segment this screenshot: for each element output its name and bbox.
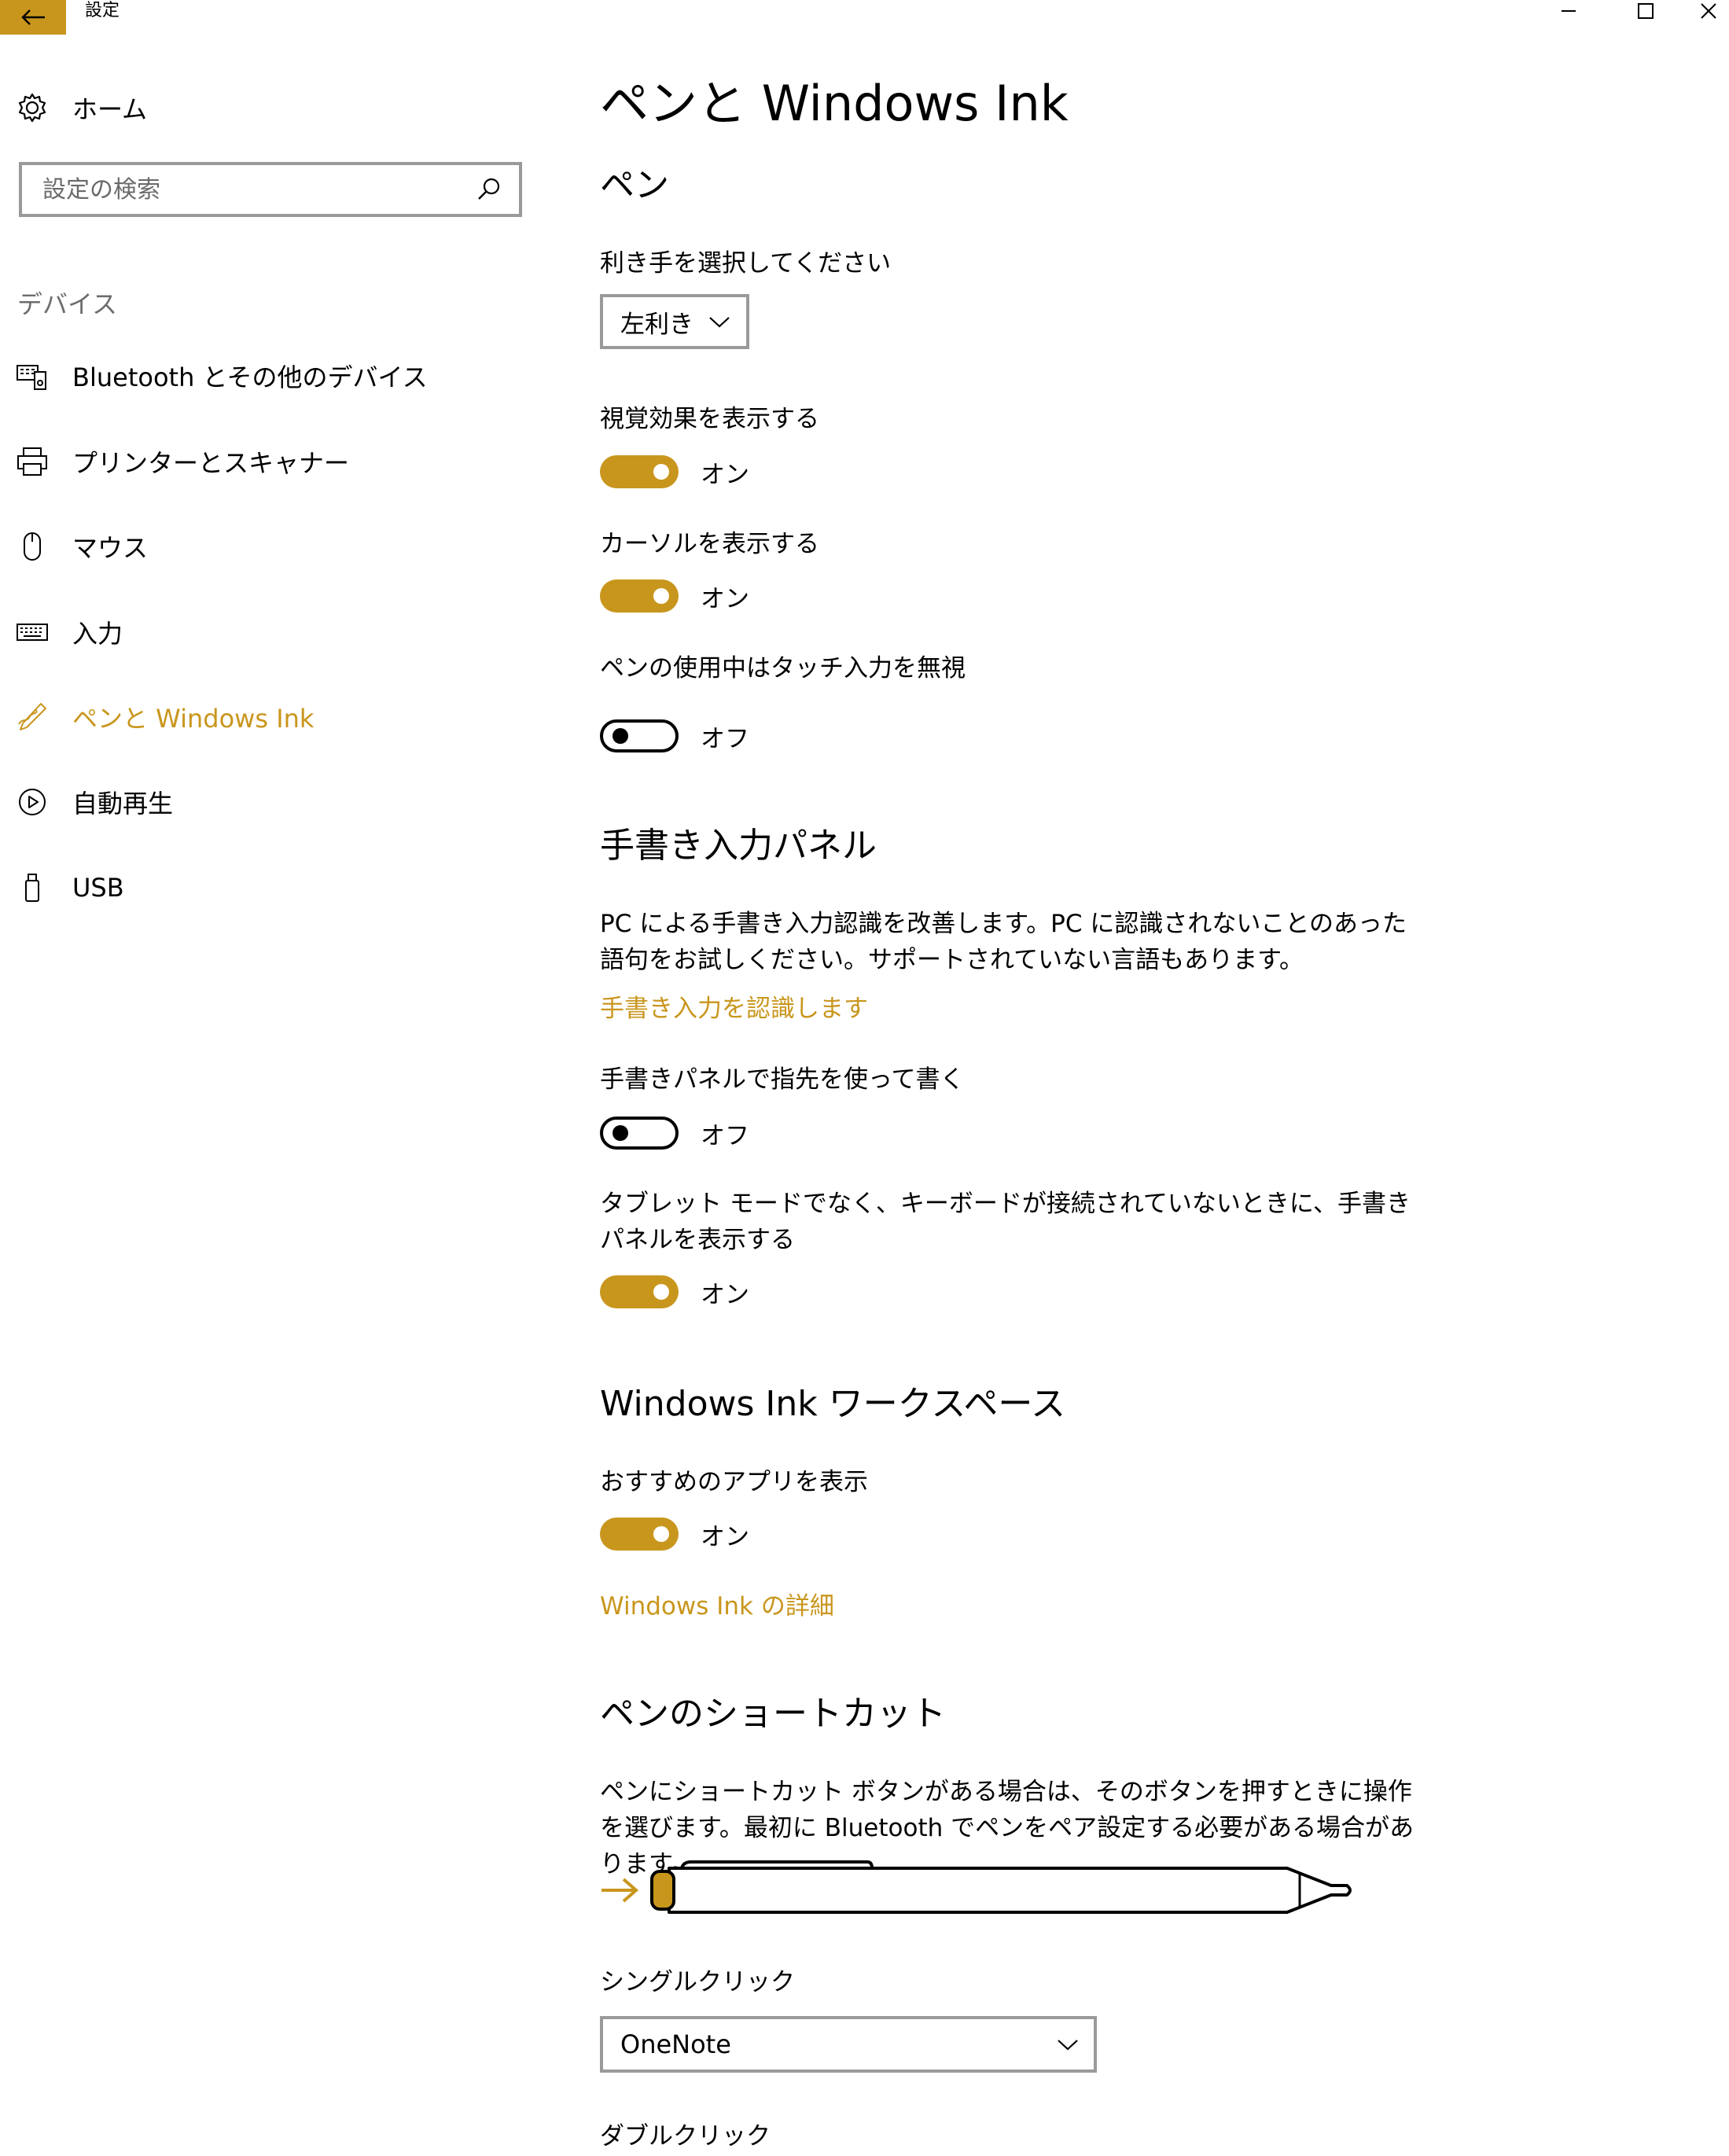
show-panel-label: タブレット モードでなく、キーボードが接続されていないときに、手書きパネルを表示… <box>600 1190 1411 1254</box>
search-icon[interactable] <box>475 175 503 204</box>
maximize-icon <box>1638 3 1654 19</box>
visual-effects-label: 視覚効果を表示する <box>600 405 819 433</box>
back-arrow-icon <box>21 9 45 25</box>
finger-writing-toggle-row: オフ <box>600 1113 749 1153</box>
sidebar-item-bluetooth[interactable]: Bluetooth とその他のデバイス <box>16 354 519 398</box>
visual-effects-toggle[interactable] <box>600 455 679 488</box>
suggested-apps-state: オン <box>701 1522 749 1551</box>
ignore-touch-toggle-row: オフ <box>600 716 749 756</box>
finger-writing-label: 手書きパネルで指先を使って書く <box>600 1065 965 1094</box>
search-box[interactable] <box>19 162 522 217</box>
minimize-button[interactable] <box>1541 0 1596 22</box>
suggested-apps-toggle[interactable] <box>600 1518 679 1551</box>
pen-illustration <box>601 1860 1352 1914</box>
double-click-label: ダブルクリック <box>600 2122 771 2150</box>
handwriting-recognition-link[interactable]: 手書き入力を認識します <box>600 991 868 1027</box>
cursor-label: カーソルを表示する <box>600 530 819 558</box>
sidebar-item-label: プリンターとスキャナー <box>72 448 350 478</box>
sidebar-item-label: 自動再生 <box>72 789 174 819</box>
gear-icon <box>18 93 46 123</box>
window-title: 設定 <box>85 1 120 20</box>
suggested-apps-toggle-row: オン <box>600 1514 749 1554</box>
cursor-toggle[interactable] <box>600 579 679 613</box>
usb-icon <box>25 874 39 902</box>
handedness-value: 左利き <box>620 310 693 339</box>
sidebar-item-pen[interactable]: ペンと Windows Ink <box>16 695 519 739</box>
section-heading-handwriting: 手書き入力パネル <box>600 826 877 866</box>
page-title: ペンと Windows Ink <box>600 75 1069 132</box>
sidebar-item-label: Bluetooth とその他のデバイス <box>72 362 428 392</box>
back-button[interactable] <box>0 0 66 35</box>
finger-writing-toggle[interactable] <box>600 1117 679 1150</box>
cursor-toggle-row: オン <box>600 576 749 616</box>
show-panel-toggle[interactable] <box>600 1275 679 1308</box>
visual-effects-toggle-row: オン <box>600 452 749 491</box>
ignore-touch-state: オフ <box>701 724 749 753</box>
arrow-right-icon <box>601 1878 639 1903</box>
sidebar-item-label: 入力 <box>72 619 123 649</box>
ignore-touch-toggle[interactable] <box>600 719 679 752</box>
printer-icon <box>17 447 47 476</box>
single-click-label: シングルクリック <box>600 1968 795 1996</box>
sidebar-item-label: USB <box>72 873 124 903</box>
finger-writing-state: オフ <box>701 1121 749 1150</box>
handedness-label: 利き手を選択してください <box>600 249 892 278</box>
windows-ink-details-link[interactable]: Windows Ink の詳細 <box>600 1588 834 1624</box>
sidebar-item-label: マウス <box>72 533 149 563</box>
sidebar-item-mouse[interactable]: マウス <box>16 524 519 568</box>
section-heading-workspace: Windows Ink ワークスペース <box>600 1384 1066 1424</box>
sidebar-home-label: ホーム <box>72 94 148 124</box>
sidebar-item-usb[interactable]: USB <box>16 866 519 910</box>
keyboard-icon <box>17 624 48 641</box>
handedness-dropdown[interactable]: 左利き <box>600 294 749 349</box>
close-icon <box>1701 3 1716 19</box>
chevron-down-icon <box>1058 2040 1078 2051</box>
sidebar-item-label: ペンと Windows Ink <box>72 704 315 734</box>
close-button[interactable] <box>1688 0 1729 22</box>
ignore-touch-label: ペンの使用中はタッチ入力を無視 <box>600 654 966 682</box>
section-heading-shortcut: ペンのショートカット <box>600 1694 946 1734</box>
single-click-value: OneNote <box>620 2029 731 2059</box>
bluetooth-devices-icon <box>17 365 46 390</box>
chevron-down-icon <box>709 317 730 328</box>
section-heading-pen: ペン <box>600 165 669 205</box>
sidebar-category-devices: デバイス <box>17 289 118 319</box>
autoplay-icon <box>19 789 46 815</box>
sidebar-home[interactable]: ホーム <box>16 88 147 127</box>
show-panel-state: オン <box>701 1280 749 1309</box>
handwriting-description: PC による手書き入力認識を改善します。PC に認識されないことのあった語句をお… <box>600 910 1407 974</box>
minimize-icon <box>1562 10 1576 12</box>
pen-icon <box>18 703 46 730</box>
sidebar-item-input[interactable]: 入力 <box>16 610 519 654</box>
maximize-button[interactable] <box>1618 0 1673 22</box>
mouse-icon <box>24 532 41 561</box>
sidebar-item-printers[interactable]: プリンターとスキャナー <box>16 440 519 484</box>
suggested-apps-label: おすすめのアプリを表示 <box>600 1468 868 1496</box>
search-input[interactable] <box>22 164 475 215</box>
single-click-dropdown[interactable]: OneNote <box>600 2016 1097 2073</box>
show-panel-toggle-row: オン <box>600 1272 749 1312</box>
visual-effects-state: オン <box>701 460 749 489</box>
sidebar-item-autoplay[interactable]: 自動再生 <box>16 780 519 824</box>
cursor-state: オン <box>701 584 749 613</box>
